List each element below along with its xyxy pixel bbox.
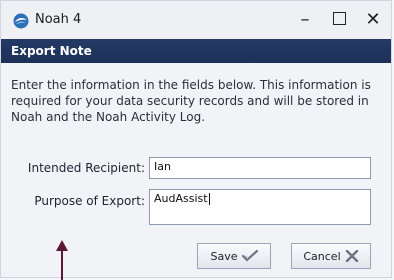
export-note-window: Noah 4 – ✕ Export Note Enter the informa… <box>0 0 392 278</box>
cancel-label: Cancel <box>303 249 341 263</box>
recipient-input[interactable]: Ian <box>149 157 371 179</box>
purpose-label: Purpose of Export: <box>34 194 145 208</box>
instructions-text: Enter the information in the fields belo… <box>11 78 371 124</box>
text-caret <box>208 193 210 205</box>
close-button[interactable]: ✕ <box>353 5 393 35</box>
recipient-value: Ian <box>154 160 171 173</box>
recipient-label: Intended Recipient: <box>27 161 145 175</box>
title-bar[interactable]: Noah 4 – ✕ <box>1 1 391 39</box>
arrow-up-annotation <box>56 240 68 280</box>
dialog-header: Export Note <box>1 39 391 63</box>
maximize-icon <box>332 12 346 25</box>
save-button[interactable]: Save <box>197 243 271 269</box>
purpose-value: AudAssist <box>154 192 208 205</box>
noah-logo-icon <box>13 13 29 29</box>
save-label: Save <box>210 249 238 263</box>
checkmark-icon <box>241 250 258 262</box>
purpose-input[interactable]: AudAssist <box>149 189 371 225</box>
cancel-x-icon <box>345 250 358 262</box>
cancel-button[interactable]: Cancel <box>291 243 371 269</box>
minimize-icon: – <box>300 9 310 30</box>
close-icon: ✕ <box>365 9 381 30</box>
window-title: Noah 4 <box>35 12 82 27</box>
